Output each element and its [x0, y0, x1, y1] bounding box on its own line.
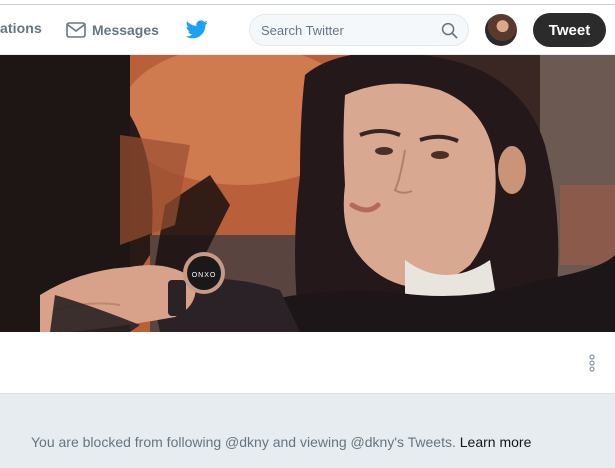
header-photo-illustration: ONXO — [0, 55, 615, 332]
search-icon[interactable] — [441, 22, 458, 39]
svg-text:ONXO: ONXO — [192, 272, 217, 279]
envelope-icon — [66, 22, 86, 38]
blocked-notice: You are blocked from following @dkny and… — [31, 434, 531, 450]
profile-header-photo: ONXO — [0, 55, 615, 332]
search-box[interactable] — [249, 14, 469, 46]
twitter-bird-icon[interactable] — [186, 20, 208, 39]
top-navigation-bar: ations Messages Tweet — [0, 0, 615, 55]
vertical-ellipsis-icon[interactable] — [586, 354, 598, 372]
top-border-line — [0, 4, 615, 5]
nav-messages-tab[interactable]: Messages — [66, 16, 159, 44]
search-input[interactable] — [261, 21, 431, 39]
nav-messages-label: Messages — [92, 22, 159, 38]
profile-nav-strip — [0, 332, 615, 394]
nav-notifications-tab[interactable]: ations — [0, 20, 42, 36]
blocked-message: You are blocked from following @dkny and… — [31, 434, 456, 450]
user-avatar[interactable] — [485, 14, 517, 46]
tweet-button[interactable]: Tweet — [533, 13, 606, 47]
learn-more-link[interactable]: Learn more — [460, 434, 532, 450]
